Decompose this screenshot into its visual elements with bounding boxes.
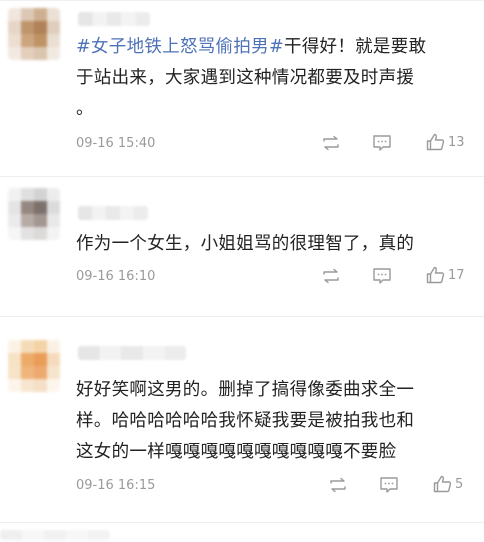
- next-item-blurred: [0, 530, 110, 540]
- top-divider: [0, 0, 484, 1]
- avatar[interactable]: [8, 188, 60, 240]
- divider: [0, 316, 484, 317]
- comment-button[interactable]: [379, 476, 399, 494]
- comment-button[interactable]: [372, 134, 392, 152]
- repost-button[interactable]: [328, 477, 348, 493]
- like-count: 17: [448, 267, 465, 283]
- repost-icon: [330, 477, 346, 493]
- divider: [0, 176, 484, 177]
- comment-button[interactable]: [372, 267, 392, 285]
- comment-timestamp: 09-16 16:15: [76, 478, 156, 493]
- comment-text: #女子地铁上怒骂偷拍男#干得好！就是要敢 于站出来，大家遇到这种情况都要及时声援…: [76, 37, 427, 119]
- comment-icon: [380, 477, 398, 493]
- comment-timestamp: 09-16 16:10: [76, 269, 156, 284]
- comment-text: 好好笑啊这男的。删掉了搞得像委曲求全一 样。哈哈哈哈哈哈我怀疑我要是被拍我也和 …: [76, 380, 415, 462]
- hashtag-link[interactable]: #女子地铁上怒骂偷拍男#: [76, 37, 284, 57]
- like-button[interactable]: 5: [433, 475, 463, 493]
- comment-text: 作为一个女生，小姐姐骂的很理智了，真的: [76, 234, 415, 254]
- thumbs-up-icon: [426, 133, 445, 151]
- avatar[interactable]: [8, 340, 60, 392]
- divider: [0, 522, 484, 523]
- username-blurred[interactable]: [78, 206, 148, 220]
- username-blurred[interactable]: [78, 346, 186, 360]
- like-button[interactable]: 13: [426, 133, 465, 151]
- comment-timestamp: 09-16 15:40: [76, 136, 156, 151]
- like-count: 13: [448, 134, 465, 150]
- repost-icon: [323, 268, 339, 284]
- thumbs-up-icon: [426, 266, 445, 284]
- comment-icon: [373, 268, 391, 284]
- username-blurred[interactable]: [78, 12, 150, 26]
- like-button[interactable]: 17: [426, 266, 465, 284]
- thumbs-up-icon: [433, 475, 452, 493]
- repost-button[interactable]: [321, 135, 341, 151]
- repost-icon: [323, 135, 339, 151]
- repost-button[interactable]: [321, 268, 341, 284]
- comment-icon: [373, 135, 391, 151]
- like-count: 5: [455, 476, 464, 492]
- avatar[interactable]: [8, 8, 60, 60]
